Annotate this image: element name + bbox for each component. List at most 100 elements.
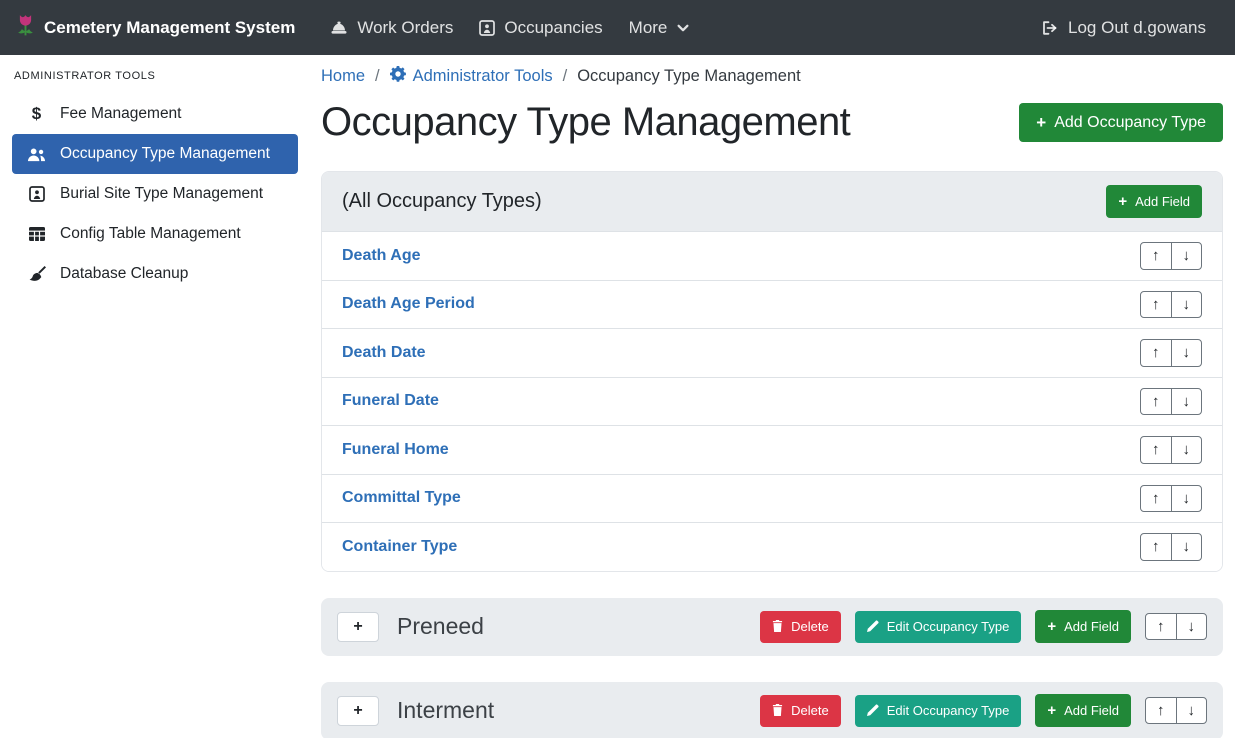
card-title: (All Occupancy Types): [342, 190, 542, 213]
panel-actions: Delete Edit Occupancy Type + Add Field ↑…: [760, 610, 1207, 643]
field-link-funeral-home[interactable]: Funeral Home: [342, 441, 449, 459]
nav-work-orders[interactable]: Work Orders: [330, 18, 453, 38]
breadcrumb-admin-tools-link[interactable]: Administrator Tools: [390, 66, 553, 87]
sidebar-item-label: Burial Site Type Management: [60, 185, 263, 203]
sidebar-item-label: Fee Management: [60, 105, 182, 123]
logout-label: Log Out d.gowans: [1068, 18, 1206, 38]
nav-more[interactable]: More: [629, 18, 691, 38]
field-row: Funeral Date ↑ ↓: [322, 377, 1222, 426]
field-link-container-type[interactable]: Container Type: [342, 538, 457, 556]
logout-icon: [1041, 20, 1059, 36]
occupancy-type-panel-interment: + Interment Delete Edit Occupancy Type +: [321, 682, 1223, 738]
delete-button[interactable]: Delete: [760, 695, 841, 727]
move-down-button[interactable]: ↓: [1171, 242, 1203, 270]
move-down-button[interactable]: ↓: [1176, 613, 1208, 641]
arrow-up-icon: ↑: [1152, 344, 1160, 361]
move-down-button[interactable]: ↓: [1171, 436, 1203, 464]
move-down-button[interactable]: ↓: [1171, 388, 1203, 416]
move-up-button[interactable]: ↑: [1145, 613, 1177, 641]
breadcrumb-current: Occupancy Type Management: [577, 67, 801, 86]
arrow-up-icon: ↑: [1152, 538, 1160, 555]
arrow-down-icon: ↓: [1183, 344, 1191, 361]
trash-icon: [772, 620, 783, 634]
all-occupancy-types-card: (All Occupancy Types) + Add Field Death …: [321, 171, 1223, 572]
field-link-death-age-period[interactable]: Death Age Period: [342, 295, 475, 313]
arrow-down-icon: ↓: [1188, 618, 1196, 635]
sidebar-item-label: Occupancy Type Management: [60, 145, 270, 163]
app-brand[interactable]: Cemetery Management System: [16, 12, 295, 43]
type-title-preneed: Preneed: [397, 613, 484, 640]
app-title: Cemetery Management System: [44, 18, 295, 38]
burial-site-icon: [26, 186, 47, 202]
pencil-icon: [867, 620, 879, 634]
sidebar-item-fee-management[interactable]: $ Fee Management: [12, 94, 298, 134]
edit-occupancy-type-button[interactable]: Edit Occupancy Type: [855, 695, 1022, 727]
delete-button[interactable]: Delete: [760, 611, 841, 643]
arrow-up-icon: ↑: [1157, 618, 1165, 635]
nav-work-orders-label: Work Orders: [357, 18, 453, 38]
nav-occupancies[interactable]: Occupancies: [479, 18, 602, 38]
breadcrumb: Home / Administrator Tools / Occupancy T…: [321, 66, 1223, 87]
add-field-button[interactable]: + Add Field: [1035, 694, 1131, 727]
nav-more-label: More: [629, 18, 668, 38]
edit-occupancy-type-label: Edit Occupancy Type: [887, 620, 1010, 633]
move-up-button[interactable]: ↑: [1140, 291, 1172, 319]
table-icon: [26, 227, 47, 241]
dollar-icon: $: [26, 104, 47, 124]
sidebar-heading: Administrator Tools: [12, 68, 298, 94]
sidebar: Administrator Tools $ Fee Management Occ…: [0, 55, 308, 738]
hard-hat-icon: [330, 20, 348, 35]
plus-icon: +: [1036, 114, 1046, 131]
edit-occupancy-type-label: Edit Occupancy Type: [887, 704, 1010, 717]
move-down-button[interactable]: ↓: [1171, 485, 1203, 513]
add-field-label: Add Field: [1064, 704, 1119, 717]
reorder-button-group: ↑ ↓: [1140, 533, 1202, 561]
field-link-committal-type[interactable]: Committal Type: [342, 489, 461, 507]
move-up-button[interactable]: ↑: [1140, 242, 1172, 270]
sidebar-item-burial-site-type-management[interactable]: Burial Site Type Management: [12, 174, 298, 214]
breadcrumb-separator: /: [375, 67, 380, 86]
reorder-button-group: ↑ ↓: [1140, 436, 1202, 464]
expand-button[interactable]: +: [337, 696, 379, 726]
edit-occupancy-type-button[interactable]: Edit Occupancy Type: [855, 611, 1022, 643]
move-up-button[interactable]: ↑: [1140, 533, 1172, 561]
move-up-button[interactable]: ↑: [1140, 436, 1172, 464]
move-up-button[interactable]: ↑: [1140, 388, 1172, 416]
field-link-death-date[interactable]: Death Date: [342, 344, 426, 362]
plus-icon: +: [353, 702, 362, 719]
reorder-button-group: ↑ ↓: [1145, 613, 1207, 641]
move-down-button[interactable]: ↓: [1171, 533, 1203, 561]
move-up-button[interactable]: ↑: [1145, 697, 1177, 725]
move-down-button[interactable]: ↓: [1176, 697, 1208, 725]
sidebar-item-label: Database Cleanup: [60, 265, 188, 283]
move-up-button[interactable]: ↑: [1140, 485, 1172, 513]
add-field-button-all-types[interactable]: + Add Field: [1106, 185, 1202, 218]
broom-icon: [26, 266, 47, 282]
add-field-button[interactable]: + Add Field: [1035, 610, 1131, 643]
breadcrumb-home-link[interactable]: Home: [321, 67, 365, 86]
move-down-button[interactable]: ↓: [1171, 339, 1203, 367]
arrow-up-icon: ↑: [1152, 490, 1160, 507]
arrow-down-icon: ↓: [1188, 702, 1196, 719]
sidebar-item-label: Config Table Management: [60, 225, 241, 243]
plus-icon: +: [1047, 703, 1056, 718]
sidebar-item-database-cleanup[interactable]: Database Cleanup: [12, 254, 298, 294]
chevron-down-icon: [676, 21, 690, 35]
field-link-death-age[interactable]: Death Age: [342, 247, 421, 265]
move-down-button[interactable]: ↓: [1171, 291, 1203, 319]
pencil-icon: [867, 704, 879, 718]
expand-button[interactable]: +: [337, 612, 379, 642]
field-link-funeral-date[interactable]: Funeral Date: [342, 392, 439, 410]
sidebar-item-config-table-management[interactable]: Config Table Management: [12, 214, 298, 254]
field-row: Death Age ↑ ↓: [322, 231, 1222, 280]
plus-icon: +: [1047, 619, 1056, 634]
sidebar-item-occupancy-type-management[interactable]: Occupancy Type Management: [12, 134, 298, 174]
arrow-down-icon: ↓: [1183, 296, 1191, 313]
reorder-button-group: ↑ ↓: [1140, 485, 1202, 513]
logout-link[interactable]: Log Out d.gowans: [1041, 18, 1206, 38]
arrow-down-icon: ↓: [1183, 490, 1191, 507]
move-up-button[interactable]: ↑: [1140, 339, 1172, 367]
add-occupancy-type-button[interactable]: + Add Occupancy Type: [1019, 103, 1223, 142]
flower-logo-icon: [16, 12, 35, 43]
occupancy-square-person-icon: [479, 20, 495, 36]
